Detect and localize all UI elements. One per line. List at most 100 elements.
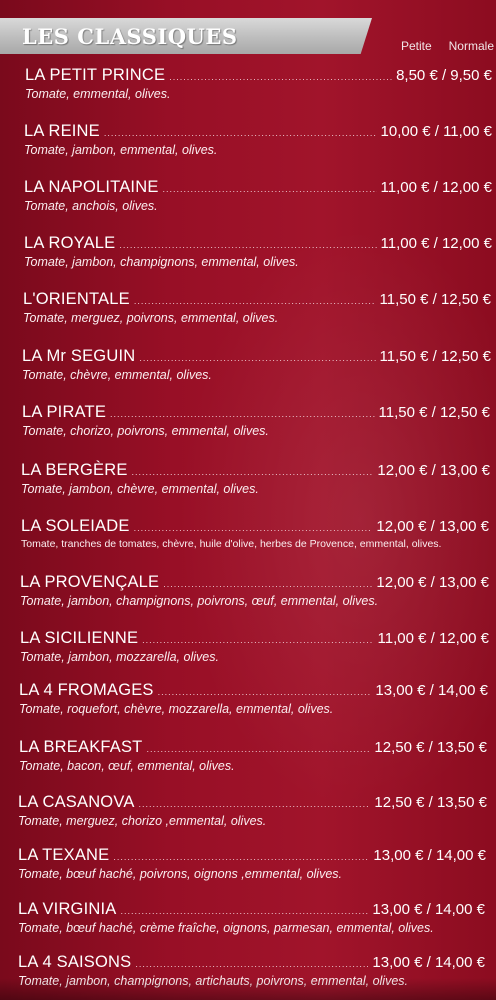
menu-item-line: LA SICILIENNE...........................… (20, 629, 489, 648)
pizza-ingredients: Tomate, tranches de tomates, chèvre, hui… (21, 538, 442, 550)
pizza-ingredients: Tomate, jambon, champignons, emmental, o… (24, 255, 299, 269)
pizza-name: LA SOLEIADE (21, 517, 130, 535)
pizza-price: 11,00 € / 12,00 € (380, 235, 492, 252)
menu-item-line: LA ROYALE...............................… (24, 234, 492, 253)
pizza-price: 12,00 € / 13,00 € (376, 518, 489, 535)
menu-item-line: LA PETIT PRINCE.........................… (25, 66, 492, 85)
pizza-name: LA 4 SAISONS (18, 953, 132, 971)
menu-item: LA ROYALE...............................… (24, 234, 492, 269)
pizza-name: LA CASANOVA (18, 793, 135, 811)
pizza-price: 13,00 € / 14,00 € (372, 954, 485, 971)
pizza-name: LA ROYALE (24, 234, 116, 252)
menu-item-line: LA TEXANE...............................… (18, 846, 486, 865)
menu-item-line: LA REINE................................… (24, 122, 492, 141)
dot-leader: ........................................… (138, 799, 371, 809)
pizza-ingredients: Tomate, jambon, chèvre, emmental, olives… (21, 482, 259, 496)
dot-leader: ........................................… (133, 296, 376, 306)
menu-item: LA NAPOLITAINE..........................… (24, 178, 492, 213)
pizza-ingredients: Tomate, jambon, emmental, olives. (24, 143, 218, 157)
menu-item-line: LA BERGÈRE..............................… (21, 461, 490, 480)
menu-item-line: LA SOLEIADE.............................… (21, 517, 489, 536)
pizza-name: LA PETIT PRINCE (25, 66, 166, 84)
pizza-price: 13,00 € / 14,00 € (375, 682, 488, 699)
menu-item: LA REINE................................… (24, 122, 492, 157)
dot-leader: ........................................… (103, 128, 377, 138)
menu-item: LA 4 SAISONS............................… (18, 953, 485, 988)
menu-item: LA TEXANE...............................… (18, 846, 486, 881)
pizza-name: LA Mr SEGUIN (22, 347, 136, 365)
menu-item-line: LA PIRATE...............................… (22, 403, 490, 422)
menu-items: LA PETIT PRINCE.........................… (0, 0, 496, 1000)
menu-item: LA SOLEIADE.............................… (21, 517, 489, 550)
pizza-ingredients: Tomate, bacon, œuf, emmental, olives. (19, 759, 235, 773)
menu-item: LA PIRATE...............................… (22, 403, 490, 438)
dot-leader: ........................................… (113, 852, 370, 862)
pizza-name: LA REINE (24, 122, 100, 140)
pizza-name: LA SICILIENNE (20, 629, 139, 647)
pizza-price: 13,00 € / 14,00 € (373, 847, 486, 864)
menu-item-line: LA VIRGINIA.............................… (18, 900, 485, 919)
pizza-price: 11,50 € / 12,50 € (379, 291, 491, 308)
pizza-ingredients: Tomate, chorizo, poivrons, emmental, oli… (22, 424, 269, 438)
menu-item: LA Mr SEGUIN............................… (22, 347, 491, 382)
pizza-ingredients: Tomate, emmental, olives. (25, 87, 171, 101)
menu-item: LA PETIT PRINCE.........................… (25, 66, 492, 101)
dot-leader: ........................................… (162, 184, 377, 194)
dot-leader: ........................................… (135, 959, 368, 969)
dot-leader: ........................................… (133, 523, 373, 533)
pizza-name: LA NAPOLITAINE (24, 178, 159, 196)
menu-item-line: L'ORIENTALE.............................… (23, 290, 491, 309)
menu-item-line: LA 4 SAISONS............................… (18, 953, 485, 972)
pizza-ingredients: Tomate, merguez, chorizo ,emmental, oliv… (18, 814, 267, 828)
menu-item-line: LA PROVENÇALE...........................… (20, 573, 489, 592)
menu-item: LA VIRGINIA.............................… (18, 900, 485, 935)
menu-item: L'ORIENTALE.............................… (23, 290, 491, 325)
menu-item: LA BREAKFAST............................… (19, 738, 487, 773)
pizza-name: LA BERGÈRE (21, 461, 128, 479)
menu-item-line: LA 4 FROMAGES...........................… (19, 681, 488, 700)
pizza-price: 8,50 € / 9,50 € (396, 67, 492, 84)
pizza-name: LA BREAKFAST (19, 738, 143, 756)
pizza-ingredients: Tomate, jambon, champignons, poivrons, œ… (20, 594, 379, 608)
dot-leader: ........................................… (120, 906, 369, 916)
menu-item: LA PROVENÇALE...........................… (20, 573, 489, 608)
menu-item: LA BERGÈRE..............................… (21, 461, 490, 496)
dot-leader: ........................................… (169, 72, 392, 82)
dot-leader: ........................................… (110, 409, 375, 419)
dot-leader: ........................................… (131, 467, 374, 477)
dot-leader: ........................................… (142, 635, 374, 645)
dot-leader: ........................................… (119, 240, 377, 250)
menu-item-line: LA CASANOVA.............................… (18, 793, 487, 812)
pizza-price: 12,00 € / 13,00 € (377, 462, 490, 479)
pizza-price: 12,50 € / 13,50 € (374, 739, 487, 756)
pizza-price: 12,50 € / 13,50 € (374, 794, 487, 811)
pizza-price: 11,00 € / 12,00 € (380, 179, 492, 196)
pizza-price: 12,00 € / 13,00 € (376, 574, 489, 591)
pizza-ingredients: Tomate, jambon, mozzarella, olives. (20, 650, 219, 664)
pizza-ingredients: Tomate, bœuf haché, poivrons, oignons ,e… (18, 867, 343, 881)
menu-item: LA CASANOVA.............................… (18, 793, 487, 828)
pizza-price: 10,00 € / 11,00 € (380, 123, 492, 140)
pizza-ingredients: Tomate, roquefort, chèvre, mozzarella, e… (19, 702, 334, 716)
dot-leader: ........................................… (146, 744, 371, 754)
pizza-ingredients: Tomate, chèvre, emmental, olives. (22, 368, 212, 382)
pizza-name: LA VIRGINIA (18, 900, 117, 918)
pizza-price: 11,50 € / 12,50 € (379, 348, 491, 365)
pizza-price: 11,50 € / 12,50 € (378, 404, 490, 421)
dot-leader: ........................................… (157, 687, 372, 697)
pizza-name: LA PIRATE (22, 403, 107, 421)
pizza-ingredients: Tomate, bœuf haché, crème fraîche, oigno… (18, 921, 434, 935)
menu-item-line: LA BREAKFAST............................… (19, 738, 487, 757)
pizza-name: LA TEXANE (18, 846, 110, 864)
pizza-name: LA PROVENÇALE (20, 573, 160, 591)
pizza-name: L'ORIENTALE (23, 290, 130, 308)
menu-item: LA SICILIENNE...........................… (20, 629, 489, 664)
menu-item: LA 4 FROMAGES...........................… (19, 681, 488, 716)
menu-board: LES CLASSIQUES Petite Normale LA PETIT P… (0, 0, 496, 1000)
menu-item-line: LA NAPOLITAINE..........................… (24, 178, 492, 197)
pizza-ingredients: Tomate, merguez, poivrons, emmental, oli… (23, 311, 279, 325)
pizza-name: LA 4 FROMAGES (19, 681, 154, 699)
menu-item-line: LA Mr SEGUIN............................… (22, 347, 491, 366)
dot-leader: ........................................… (139, 353, 375, 363)
pizza-price: 13,00 € / 14,00 € (372, 901, 485, 918)
